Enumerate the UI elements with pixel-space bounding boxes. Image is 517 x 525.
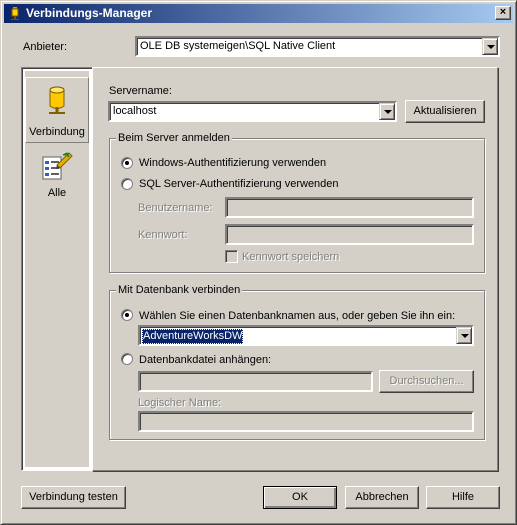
refresh-button[interactable]: Aktualisieren (405, 100, 485, 123)
save-password-label: Kennwort speichern (242, 251, 340, 263)
sidebar-item-verbindung[interactable]: Verbindung (25, 77, 89, 143)
sql-auth-radio[interactable] (121, 178, 133, 190)
password-input[interactable] (225, 224, 474, 245)
close-button[interactable]: × (495, 6, 511, 20)
database-group-title: Mit Datenbank verbinden (116, 284, 243, 297)
database-name-value: AdventureWorksDW (142, 329, 244, 344)
provider-value: OLE DB systemeigen\SQL Native Client (140, 40, 336, 52)
chevron-down-icon (461, 334, 469, 338)
sidebar-item-label: Alle (47, 187, 67, 199)
provider-label: Anbieter: (23, 41, 68, 53)
password-label: Kennwort: (138, 229, 188, 241)
connection-manager-icon (8, 6, 22, 21)
window-title: Verbindungs-Manager (26, 6, 153, 20)
username-label: Benutzername: (138, 202, 213, 214)
database-name-combobox[interactable]: AdventureWorksDW (138, 325, 474, 346)
provider-select[interactable]: OLE DB systemeigen\SQL Native Client (135, 36, 500, 57)
properties-list-icon (41, 151, 73, 181)
chevron-down-icon (487, 45, 495, 49)
cancel-button[interactable]: Abbrechen (345, 486, 419, 509)
chevron-down-icon (384, 110, 392, 114)
browse-button[interactable]: Durchsuchen... (379, 370, 474, 393)
title-bar[interactable]: Verbindungs-Manager × (4, 4, 513, 23)
attach-database-radio[interactable] (121, 353, 133, 365)
windows-auth-label[interactable]: Windows-Authentifizierung verwenden (139, 157, 326, 170)
close-icon: × (499, 6, 507, 18)
attach-database-label[interactable]: Datenbankdatei anhängen: (139, 354, 271, 367)
test-connection-button[interactable]: Verbindung testen (21, 486, 126, 509)
server-name-combobox[interactable]: localhost (108, 101, 397, 122)
provider-dropdown-button[interactable] (482, 38, 498, 55)
connection-manager-window: Verbindungs-Manager × Anbieter: OLE DB s… (0, 0, 517, 525)
ok-button[interactable]: OK (263, 486, 337, 509)
select-database-radio[interactable] (121, 309, 133, 321)
server-dropdown-button[interactable] (379, 103, 395, 120)
database-file-input[interactable] (138, 371, 373, 392)
username-input[interactable] (225, 197, 474, 218)
help-button[interactable]: Hilfe (426, 486, 500, 509)
windows-auth-radio[interactable] (121, 157, 133, 169)
database-cylinder-icon (46, 86, 68, 116)
select-database-label[interactable]: Wählen Sie einen Datenbanknamen aus, ode… (139, 310, 455, 323)
sql-auth-label[interactable]: SQL Server-Authentifizierung verwenden (139, 178, 339, 191)
save-password-checkbox[interactable] (225, 250, 238, 263)
sidebar-item-alle[interactable]: Alle (25, 147, 89, 207)
logon-group-title: Beim Server anmelden (116, 132, 232, 145)
database-dropdown-button[interactable] (456, 327, 472, 344)
logical-name-input[interactable] (138, 411, 474, 432)
server-name-value: localhost (113, 105, 157, 117)
sidebar-item-label: Verbindung (29, 126, 85, 138)
logical-name-label: Logischer Name: (138, 397, 222, 409)
server-name-label: Servername: (109, 85, 172, 97)
sidebar-nav: Verbindung Alle (21, 67, 93, 471)
